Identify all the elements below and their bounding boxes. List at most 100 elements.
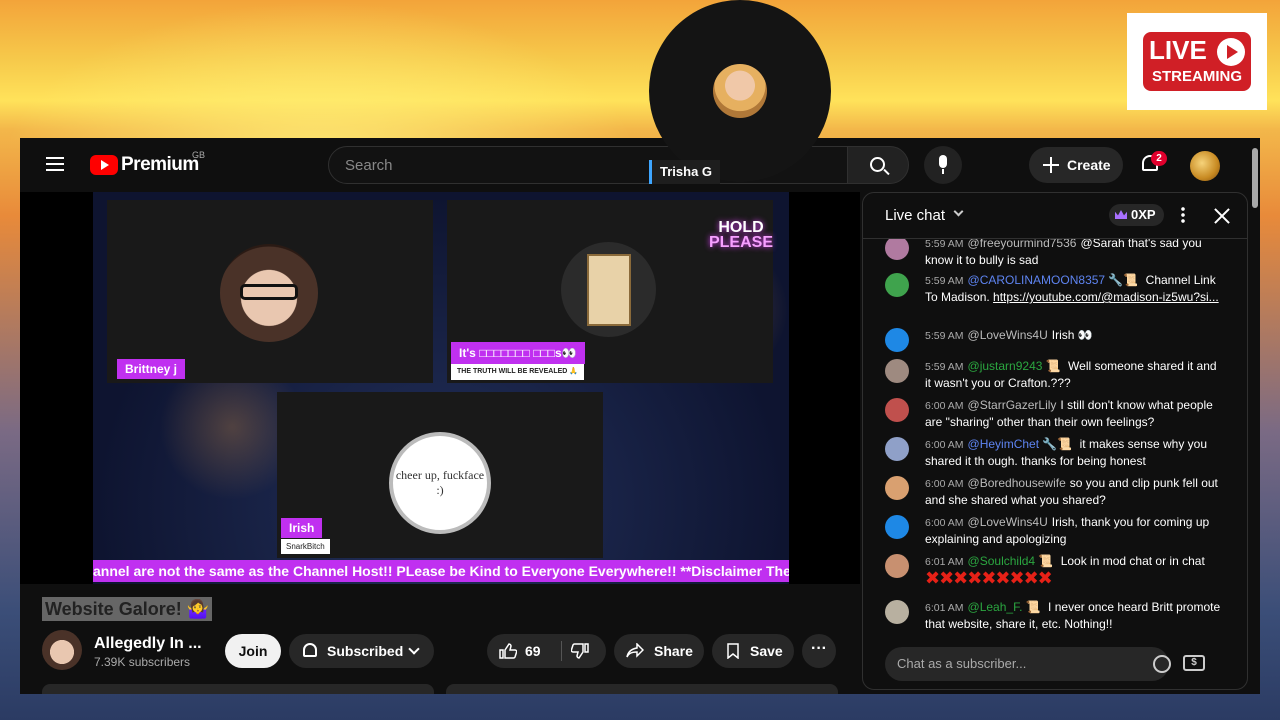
glasses-shape (240, 284, 298, 300)
chat-message: 6:00 AM @LoveWins4U Irish, thank you for c… (885, 514, 1225, 547)
participant-subtitle: THE TRUTH WILL BE REVEALED 🙏 (451, 364, 584, 380)
youtube-play-icon (90, 155, 118, 175)
join-button[interactable]: Join (225, 634, 281, 668)
divider (561, 641, 562, 661)
thumbs-up-icon[interactable] (499, 643, 517, 659)
live-badge-inner: LIVE STREAMING (1143, 32, 1251, 91)
user-avatar[interactable] (885, 600, 909, 624)
video-player[interactable]: Brittney j It's □□□□□□□ □□□s👀 THE TRUTH … (20, 192, 860, 584)
share-icon (626, 643, 644, 658)
message-body: 5:59 AM @CAROLINAMOON8357 🔧📜 Channel Link… (925, 273, 1219, 304)
share-button[interactable]: Share (614, 634, 704, 668)
participant-tile-brittney: Brittney j (107, 200, 433, 383)
thumbs-down-icon[interactable] (571, 643, 589, 659)
account-avatar[interactable] (1190, 151, 1220, 181)
plus-icon (1043, 157, 1059, 173)
user-avatar[interactable] (885, 328, 909, 352)
live-chat-title[interactable]: Live chat (885, 207, 945, 224)
background-sunset (0, 0, 640, 140)
participant-avatar (561, 242, 656, 337)
bell-icon (303, 643, 317, 657)
create-button[interactable]: Create (1029, 147, 1123, 183)
related-card (446, 684, 838, 694)
host-name-tag: Trisha G (649, 160, 721, 184)
chat-message: 5:59 AM @LoveWins4U Irish 👀 (885, 327, 1225, 352)
live-word: LIVE (1149, 35, 1207, 65)
message-body: 6:01 AM @Leah_F. 📜 I never once heard Bri… (925, 600, 1221, 631)
user-avatar[interactable] (885, 515, 909, 539)
more-options-icon[interactable] (1181, 206, 1185, 224)
live-streaming-badge: LIVE STREAMING (1127, 13, 1267, 110)
user-avatar[interactable] (885, 437, 909, 461)
host-avatar-frame (649, 0, 831, 182)
chat-input[interactable]: Chat as a subscriber... (885, 647, 1171, 681)
chat-messages: 5:59 AM @freeyourmind7536 @Sarah that's sa… (863, 239, 1247, 633)
hold-please-sign: HOLD PLEASE (705, 219, 777, 251)
close-icon[interactable] (1213, 207, 1231, 225)
chevron-down-icon (408, 643, 420, 655)
search-button[interactable] (847, 146, 909, 184)
chat-message: 5:59 AM @CAROLINAMOON8357 🔧📜 Channel Link… (885, 272, 1225, 305)
message-link[interactable]: https://youtube.com/@madison-iz5wu?si... (993, 290, 1219, 304)
subscribed-button[interactable]: Subscribed (289, 634, 434, 668)
save-button[interactable]: Save (712, 634, 794, 668)
message-body: 5:59 AM @LoveWins4U Irish 👀 (925, 328, 1093, 342)
message-body: 6:00 AM @LoveWins4U Irish, thank you for c… (925, 515, 1210, 546)
live-chat-panel: Live chat 0XP 5:59 AM @freeyourmind7536 @S… (862, 192, 1248, 690)
youtube-window: Premium GB Search Create 2 Brittney j It… (20, 138, 1260, 694)
stream-scene: Brittney j It's □□□□□□□ □□□s👀 THE TRUTH … (93, 192, 789, 584)
message-body: 6:00 AM @StarrGazerLily I still don't know… (925, 398, 1213, 429)
menu-icon[interactable] (46, 157, 64, 171)
voice-search-button[interactable] (924, 146, 962, 184)
chat-message: 6:00 AM @HeyimChet 🔧📜 it makes sense why … (885, 436, 1225, 469)
share-label: Share (654, 643, 693, 659)
chat-input-placeholder: Chat as a subscriber... (897, 656, 1027, 671)
chat-message: 6:01 AM @Leah_F. 📜 I never once heard Bri… (885, 599, 1225, 632)
chat-message: 5:59 AM @freeyourmind7536 @Sarah that's sa… (885, 239, 1225, 268)
streaming-word: STREAMING (1152, 68, 1242, 85)
page-scrollbar[interactable] (1252, 148, 1258, 208)
channel-name[interactable]: Allegedly In ... (94, 635, 202, 653)
hold-line-1: HOLD (718, 219, 764, 236)
chevron-down-icon[interactable] (953, 206, 964, 217)
participant-note: cheer up, fuckface :) (389, 432, 491, 534)
super-chat-icon[interactable]: $ (1183, 655, 1205, 671)
user-avatar[interactable] (885, 239, 909, 260)
participant-name-tag: Brittney j (117, 359, 186, 379)
search-icon (870, 157, 885, 172)
chat-message: 5:59 AM @justarn9243 📜 Well someone share… (885, 358, 1225, 391)
participant-name-tag: It's □□□□□□□ □□□s👀 (451, 342, 585, 364)
message-body: 6:00 AM @Boredhousewife so you and clip pu… (925, 476, 1218, 507)
youtube-logo[interactable]: Premium GB (90, 150, 205, 176)
participant-tile-irish: cheer up, fuckface :) Irish SnarkBitch (277, 392, 603, 558)
participant-name-tag: Irish (281, 518, 323, 538)
participant-avatar (220, 244, 318, 342)
play-icon (1217, 38, 1245, 66)
red-x-emoji-row: ✖✖✖✖✖✖✖✖✖ (925, 568, 1053, 588)
xp-badge[interactable]: 0XP (1109, 204, 1164, 226)
message-body: 5:59 AM @freeyourmind7536 @Sarah that's sa… (925, 239, 1202, 267)
like-count: 69 (525, 643, 541, 659)
more-actions-button[interactable]: ··· (802, 634, 836, 668)
user-avatar[interactable] (885, 554, 909, 578)
xp-value: 0XP (1131, 207, 1156, 222)
notification-count-badge: 2 (1151, 151, 1167, 166)
message-body: 5:59 AM @justarn9243 📜 Well someone share… (925, 359, 1217, 390)
user-avatar[interactable] (885, 398, 909, 422)
subscriber-count: 7.39K subscribers (94, 655, 191, 669)
user-avatar[interactable] (885, 476, 909, 500)
user-avatar[interactable] (885, 273, 909, 297)
video-title: Website Galore! 🤷‍♀️ (42, 597, 213, 621)
host-avatar (713, 64, 767, 118)
channel-avatar[interactable] (42, 630, 82, 670)
chat-message: 6:00 AM @Boredhousewife so you and clip pu… (885, 475, 1225, 508)
live-chat-header: Live chat 0XP (863, 193, 1247, 239)
emoji-icon[interactable] (1153, 655, 1171, 673)
logo-text: Premium (121, 154, 199, 175)
user-avatar[interactable] (885, 359, 909, 383)
participant-subtitle: SnarkBitch (281, 539, 330, 554)
hold-line-2: PLEASE (708, 234, 773, 251)
top-bar: Premium GB Search Create 2 (20, 138, 1260, 192)
paper-note-image (587, 254, 631, 326)
create-label: Create (1067, 157, 1111, 173)
